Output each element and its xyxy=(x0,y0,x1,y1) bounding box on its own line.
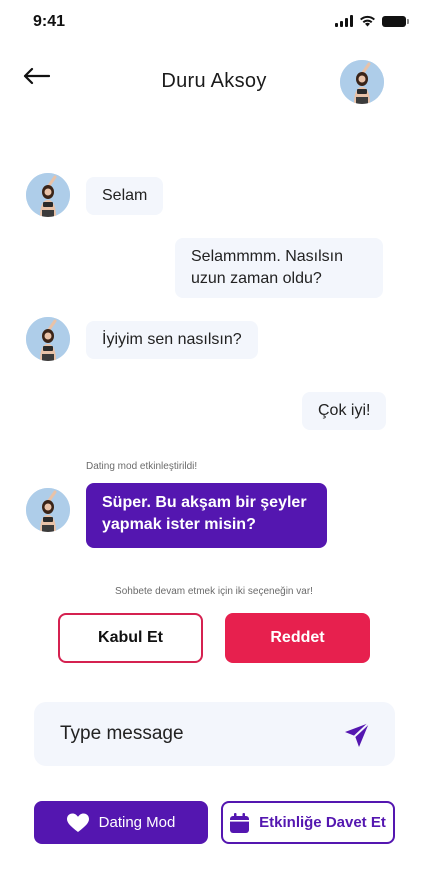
message-composer xyxy=(34,702,395,766)
dating-mode-button[interactable]: Dating Mod xyxy=(34,801,208,844)
avatar-image xyxy=(340,60,384,104)
avatar-image xyxy=(26,173,70,217)
options-hint: Sohbete devam etmek için iki seçeneğin v… xyxy=(115,586,313,597)
calendar-icon xyxy=(230,812,250,833)
message-bubble-incoming: Selam xyxy=(86,177,164,215)
reject-button[interactable]: Reddet xyxy=(225,613,370,663)
dating-mode-note: Dating mod etkinleştirildi! xyxy=(86,461,198,472)
incoming-avatar xyxy=(26,317,70,361)
accept-button[interactable]: Kabul Et xyxy=(58,613,203,663)
message-bubble-outgoing: Selammmm. Nasılsın uzun zaman oldu? xyxy=(175,238,383,298)
cellular-signal-icon xyxy=(335,15,353,27)
heart-icon xyxy=(66,813,89,832)
status-time: 9:41 xyxy=(33,13,66,30)
invite-to-event-button[interactable]: Etkinliğe Davet Et xyxy=(221,801,395,844)
avatar-image xyxy=(26,317,70,361)
message-input[interactable] xyxy=(60,702,340,766)
status-bar: 9:41 xyxy=(0,0,428,44)
incoming-avatar xyxy=(26,173,70,217)
message-bubble-outgoing: Çok iyi! xyxy=(302,392,387,430)
incoming-avatar xyxy=(26,488,70,532)
status-icons xyxy=(335,15,409,27)
message-bubble-dating-invite: Süper. Bu akşam bir şeyler yapmak ister … xyxy=(86,483,327,548)
wifi-icon xyxy=(360,15,375,27)
message-bubble-incoming: İyiyim sen nasılsın? xyxy=(86,321,258,359)
contact-avatar[interactable] xyxy=(340,60,384,104)
send-icon xyxy=(345,722,370,747)
battery-icon xyxy=(382,15,409,27)
dating-mode-label: Dating Mod xyxy=(98,814,176,831)
send-button[interactable] xyxy=(343,721,371,749)
invite-to-event-label: Etkinliğe Davet Et xyxy=(259,814,386,831)
chat-header: Duru Aksoy xyxy=(0,56,428,108)
avatar-image xyxy=(26,488,70,532)
